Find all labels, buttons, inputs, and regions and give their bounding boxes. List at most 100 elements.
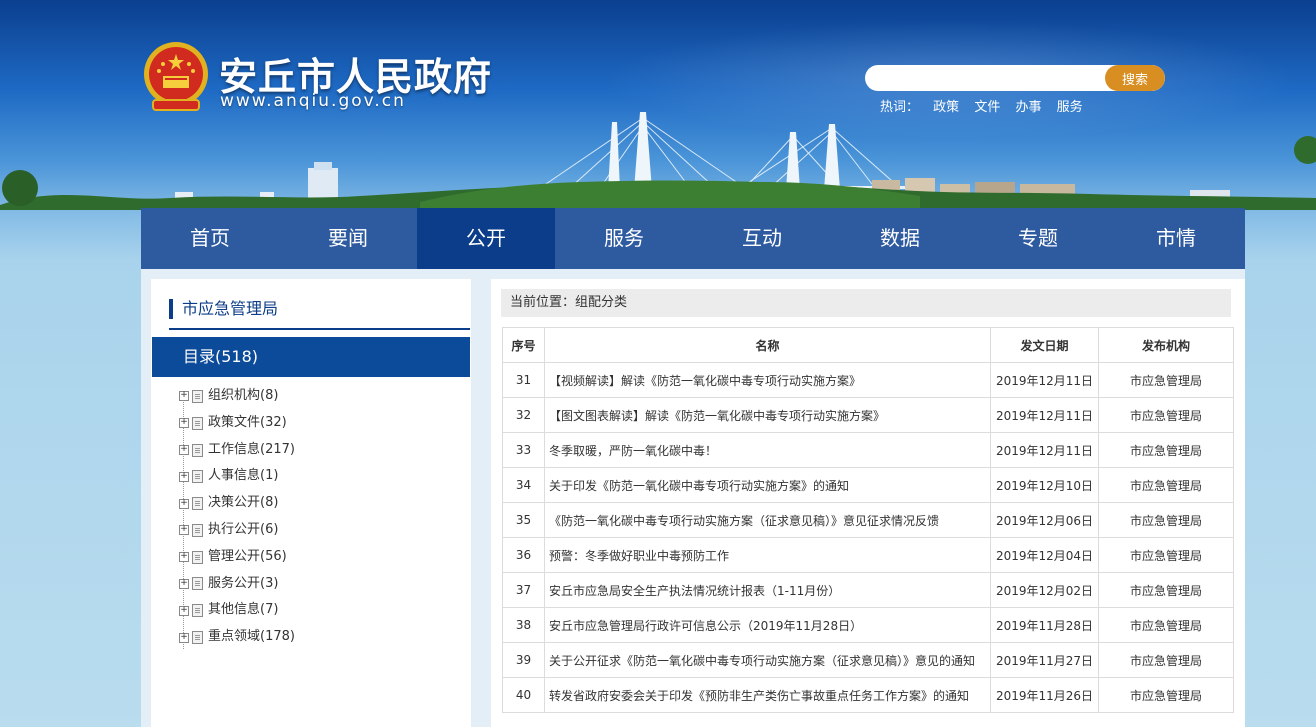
table-row: 32 【图文图表解读】解读《防范一氧化碳中毒专项行动实施方案》 2019年12月11… [502, 397, 1234, 433]
document-link[interactable]: 【图文图表解读】解读《防范一氧化碳中毒专项行动实施方案》 [549, 409, 885, 423]
hotword-documents[interactable]: 文件 [974, 100, 1000, 115]
document-link[interactable]: 冬季取暖，严防一氧化碳中毒！ [549, 444, 717, 458]
hotword-policy[interactable]: 政策 [933, 100, 959, 115]
tree-item-label: 组织机构(8) [208, 388, 279, 403]
tree-item-label: 管理公开(56) [208, 548, 287, 564]
nav-topics[interactable]: 专题 [969, 208, 1107, 269]
row-publisher: 市应急管理局 [1098, 537, 1234, 573]
row-publisher: 市应急管理局 [1098, 467, 1234, 503]
site-url: www.anqiu.gov.cn [220, 91, 406, 111]
main-content: 当前位置：组配分类 序号 名称 发文日期 发布机构 31 【视频解读】解读《防范一… [491, 279, 1245, 727]
search-box: 搜索 [865, 65, 1165, 91]
document-link[interactable]: 关于公开征求《防范一氧化碳中毒专项行动实施方案（征求意见稿）》意见的通知 [549, 654, 975, 668]
document-link[interactable]: 关于印发《防范一氧化碳中毒专项行动实施方案》的通知 [549, 479, 849, 493]
expand-plus-icon[interactable]: + [179, 605, 189, 616]
row-publisher: 市应急管理局 [1098, 677, 1234, 713]
row-date: 2019年12月10日 [990, 467, 1099, 503]
row-publisher: 市应急管理局 [1098, 642, 1234, 678]
tree-item-label: 政策文件(32) [208, 414, 287, 430]
table-row: 39 关于公开征求《防范一氧化碳中毒专项行动实施方案（征求意见稿）》意见的通知 20… [502, 642, 1234, 678]
search-input[interactable] [865, 65, 1103, 91]
document-icon [192, 577, 203, 591]
row-date: 2019年11月26日 [990, 677, 1099, 713]
tree-item[interactable]: + 工作信息(217) [179, 437, 295, 464]
search-button[interactable]: 搜索 [1105, 65, 1165, 91]
table-row: 38 安丘市应急管理局行政许可信息公示（2019年11月28日） 2019年11月2… [502, 607, 1234, 643]
hotwords: 热词： 政策 文件 办事 服务 [880, 96, 1094, 115]
tree-item-label: 服务公开(3) [208, 575, 279, 591]
row-date: 2019年12月04日 [990, 537, 1099, 573]
document-link[interactable]: 转发省政府安委会关于印发《预防非生产类伤亡事故重点任务工作方案》的通知 [549, 689, 969, 703]
tree-item-label: 重点领域(178) [208, 629, 295, 645]
nav-interaction[interactable]: 互动 [693, 208, 831, 269]
nav-news[interactable]: 要闻 [279, 208, 417, 269]
table-row: 36 预警：冬季做好职业中毒预防工作 2019年12月04日 市应急管理局 [502, 537, 1234, 573]
row-number: 32 [502, 397, 545, 433]
nav-data[interactable]: 数据 [831, 208, 969, 269]
nav-services[interactable]: 服务 [555, 208, 693, 269]
category-tree: + 组织机构(8) + 政策文件(32) + 工作信息(217) + 人事信息(1) +… [179, 383, 295, 651]
table-row: 40 转发省政府安委会关于印发《预防非生产类伤亡事故重点任务工作方案》的通知 201… [502, 677, 1234, 713]
table-row: 31 【视频解读】解读《防范一氧化碳中毒专项行动实施方案》 2019年12月11日市… [502, 362, 1234, 398]
header-banner: 安丘市人民政府 www.anqiu.gov.cn 搜索 热词： 政策 文件 办事… [0, 0, 1316, 210]
sidebar-title: 市应急管理局 [169, 299, 278, 319]
tree-item[interactable]: + 决策公开(8) [179, 490, 295, 517]
tree-item[interactable]: + 政策文件(32) [179, 410, 295, 437]
document-link[interactable]: 预警：冬季做好职业中毒预防工作 [549, 549, 729, 563]
row-date: 2019年11月28日 [990, 607, 1099, 643]
tree-item[interactable]: + 重点领域(178) [179, 624, 295, 651]
hotwords-label: 热词： [880, 100, 920, 115]
expand-plus-icon[interactable]: + [179, 552, 189, 563]
expand-plus-icon[interactable]: + [179, 445, 189, 455]
row-number: 39 [502, 642, 545, 678]
expand-plus-icon[interactable]: + [179, 391, 189, 402]
row-number: 38 [502, 607, 545, 643]
expand-plus-icon[interactable]: + [179, 471, 189, 482]
document-link[interactable]: 【视频解读】解读《防范一氧化碳中毒专项行动实施方案》 [549, 374, 861, 388]
column-header-title: 名称 [544, 327, 991, 363]
hotword-affairs[interactable]: 办事 [1015, 100, 1041, 115]
tree-item[interactable]: + 执行公开(6) [179, 517, 295, 544]
document-link[interactable]: 《防范一氧化碳中毒专项行动实施方案（征求意见稿）》意见征求情况反馈 [549, 514, 939, 528]
sidebar-divider [169, 328, 470, 330]
tree-item[interactable]: + 其他信息(7) [179, 597, 295, 624]
row-publisher: 市应急管理局 [1098, 502, 1234, 538]
document-icon [192, 604, 203, 618]
tree-item-label: 人事信息(1) [208, 468, 279, 484]
hotword-services[interactable]: 服务 [1057, 100, 1083, 115]
row-publisher: 市应急管理局 [1098, 572, 1234, 608]
row-number: 33 [502, 432, 545, 468]
table-row: 37 安丘市应急局安全生产执法情况统计报表（1-11月份） 2019年12月02日市… [502, 572, 1234, 608]
document-icon [192, 389, 203, 403]
tree-item[interactable]: + 管理公开(56) [179, 544, 295, 571]
tree-item[interactable]: + 服务公开(3) [179, 571, 295, 598]
city-skyline-image [0, 112, 1316, 210]
expand-plus-icon[interactable]: + [179, 498, 189, 509]
expand-plus-icon[interactable]: + [179, 632, 189, 643]
table-row: 35 《防范一氧化碳中毒专项行动实施方案（征求意见稿）》意见征求情况反馈 2019年… [502, 502, 1234, 538]
column-header-number: 序号 [502, 327, 545, 363]
expand-plus-icon[interactable]: + [179, 578, 189, 589]
expand-plus-icon[interactable]: + [179, 418, 189, 429]
main-nav: 首页 要闻 公开 服务 互动 数据 专题 市情 [141, 208, 1245, 269]
row-publisher: 市应急管理局 [1098, 432, 1234, 468]
document-link[interactable]: 安丘市应急管理局行政许可信息公示（2019年11月28日） [549, 619, 862, 633]
row-number: 36 [502, 537, 545, 573]
directory-header[interactable]: 目录(518) [152, 337, 470, 377]
row-number: 37 [502, 572, 545, 608]
tree-item[interactable]: + 人事信息(1) [179, 463, 295, 490]
document-table: 序号 名称 发文日期 发布机构 31 【视频解读】解读《防范一氧化碳中毒专项行动实… [502, 327, 1234, 713]
nav-home[interactable]: 首页 [141, 208, 279, 269]
row-number: 35 [502, 502, 545, 538]
column-header-date: 发文日期 [990, 327, 1099, 363]
tree-item[interactable]: + 组织机构(8) [179, 383, 295, 410]
table-row: 33 冬季取暖，严防一氧化碳中毒！ 2019年12月11日 市应急管理局 [502, 432, 1234, 468]
row-date: 2019年12月02日 [990, 572, 1099, 608]
row-date: 2019年12月11日 [990, 362, 1099, 398]
row-date: 2019年12月11日 [990, 432, 1099, 468]
nav-city-info[interactable]: 市情 [1107, 208, 1245, 269]
nav-public[interactable]: 公开 [417, 208, 555, 269]
row-date: 2019年12月11日 [990, 397, 1099, 433]
expand-plus-icon[interactable]: + [179, 525, 189, 536]
document-link[interactable]: 安丘市应急局安全生产执法情况统计报表（1-11月份） [549, 584, 840, 598]
